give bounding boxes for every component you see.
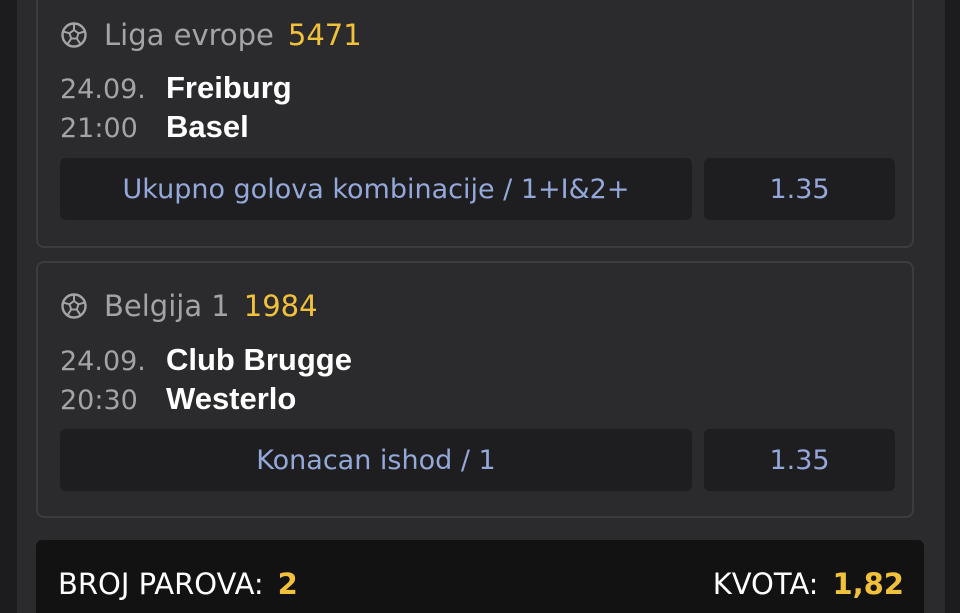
total-odds: KVOTA: 1,82 — [713, 567, 904, 601]
match-info: 24.09. Freiburg 21:00 Basel — [60, 69, 292, 147]
match-code: 5471 — [287, 18, 362, 52]
match-row-home: 24.09. Freiburg — [60, 69, 292, 108]
match-time: 20:30 — [60, 385, 138, 416]
odds-label: KVOTA: — [712, 567, 819, 601]
away-team: Basel — [166, 109, 249, 144]
ticket-summary: BROJ PAROVA: 2 KVOTA: 1,82 — [36, 540, 924, 613]
odds-value: 1,82 — [832, 567, 904, 601]
match-date: 24.09. — [60, 74, 146, 105]
odd-button[interactable]: 1.35 — [704, 429, 895, 491]
league-header: Liga evrope 5471 — [60, 18, 362, 52]
ticket-screen: Liga evrope 5471 24.09. Freiburg 21:00 B… — [0, 0, 960, 613]
odd-button[interactable]: 1.35 — [704, 158, 895, 220]
match-card: Belgija 1 1984 24.09. Club Brugge 20:30 … — [36, 261, 914, 518]
match-card: Liga evrope 5471 24.09. Freiburg 21:00 B… — [36, 0, 914, 248]
football-icon — [61, 293, 87, 319]
match-code: 1984 — [243, 289, 318, 323]
pairs-count: BROJ PAROVA: 2 — [58, 567, 298, 601]
match-date: 24.09. — [60, 346, 146, 377]
home-team: Freiburg — [166, 70, 292, 105]
match-info: 24.09. Club Brugge 20:30 Westerlo — [60, 341, 352, 419]
league-header: Belgija 1 1984 — [60, 289, 318, 323]
match-row-away: 20:30 Westerlo — [60, 380, 352, 419]
home-team: Club Brugge — [166, 342, 352, 377]
bet-selection-button[interactable]: Konacan ishod / 1 — [60, 429, 692, 491]
bet-selection-button[interactable]: Ukupno golova kombinacije / 1+I&2+ — [60, 158, 692, 220]
league-name: Belgija 1 — [104, 289, 230, 323]
pairs-label: BROJ PAROVA: — [58, 567, 264, 601]
match-row-away: 21:00 Basel — [60, 108, 292, 147]
league-name: Liga evrope — [104, 18, 274, 52]
football-icon — [61, 22, 87, 48]
pairs-value: 2 — [277, 567, 298, 601]
match-time: 21:00 — [60, 113, 138, 144]
match-row-home: 24.09. Club Brugge — [60, 341, 352, 380]
away-team: Westerlo — [166, 381, 297, 416]
